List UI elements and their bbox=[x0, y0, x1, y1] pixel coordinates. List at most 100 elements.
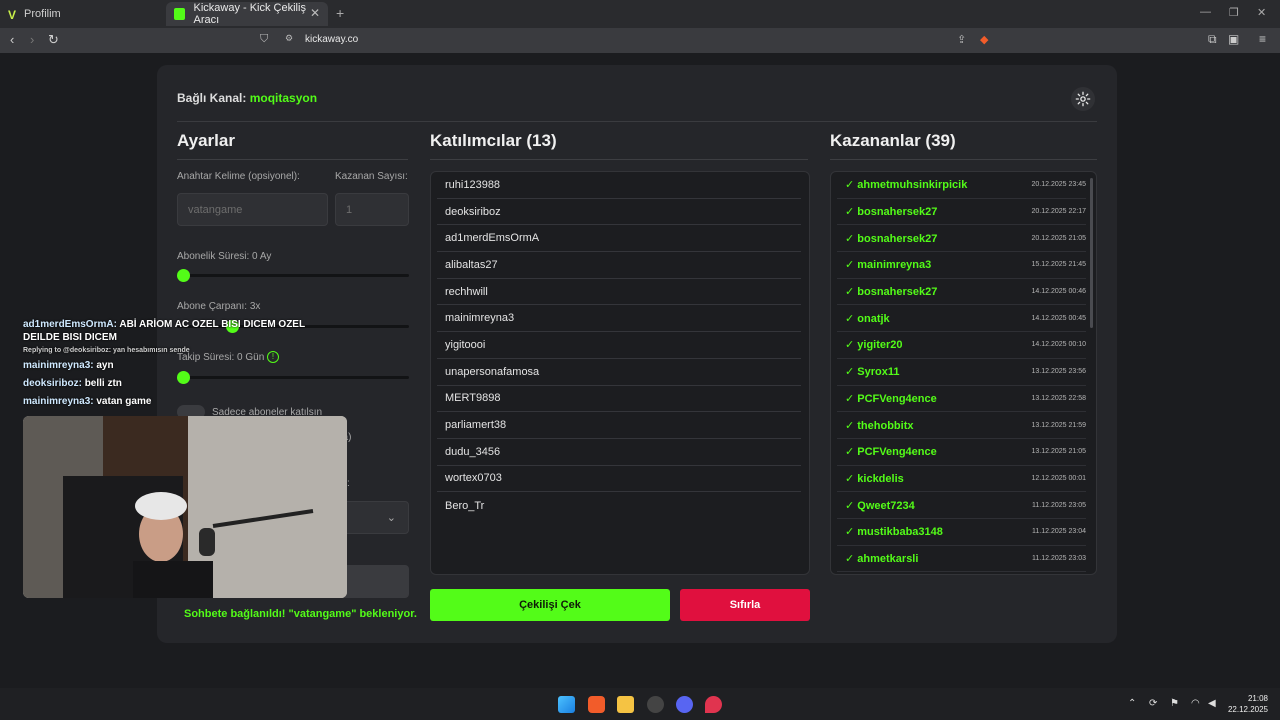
winner-row: ✓ kickdelis 12.12.2025 00:01 bbox=[837, 466, 1086, 493]
participant-row: rechhwill bbox=[437, 279, 801, 306]
winner-date: 20.12.2025 22:17 bbox=[1031, 208, 1087, 216]
status-message: Sohbete bağlanıldı! "vatangame" bekleniy… bbox=[184, 608, 417, 620]
sidebar-icon[interactable]: ▣ bbox=[1228, 32, 1239, 46]
restore-icon[interactable]: ❐ bbox=[1229, 6, 1239, 19]
winner-row: ✓ mustikbaba3148 11.12.2025 23:04 bbox=[837, 519, 1086, 546]
network-icon[interactable]: ⚑ bbox=[1170, 698, 1179, 709]
participant-row: MERT9898 bbox=[437, 386, 801, 413]
winner-date: 11.12.2025 23:03 bbox=[1032, 554, 1086, 562]
sub-duration-slider[interactable] bbox=[177, 274, 409, 277]
chat-message: ad1merdEmsOrmA: ABİ ARİOM AC OZEL BISI D… bbox=[23, 318, 343, 344]
winner-name: ✓ bosnahersek27 bbox=[845, 206, 938, 219]
clock[interactable]: 21:08 22.12.2025 bbox=[1228, 693, 1268, 715]
winner-row: ✓ ahmetmuhsinkirpicik 20.12.2025 23:45 bbox=[837, 172, 1086, 199]
winner-date: 14.12.2025 00:45 bbox=[1031, 314, 1087, 322]
chat-user: ad1merdEmsOrmA: bbox=[23, 319, 117, 330]
windows-start-icon[interactable] bbox=[558, 696, 575, 713]
clock-time: 21:08 bbox=[1247, 694, 1268, 703]
winner-date: 13.12.2025 21:59 bbox=[1031, 421, 1087, 429]
winners-title: Kazananlar (39) bbox=[830, 131, 956, 150]
location-pin-icon[interactable] bbox=[705, 696, 722, 713]
wifi-icon[interactable]: ◠ bbox=[1191, 698, 1200, 709]
settings-gear-button[interactable] bbox=[1071, 87, 1095, 111]
participant-row: alibaltas27 bbox=[437, 252, 801, 279]
tab-label: Kickaway - Kick Çekiliş Aracı bbox=[193, 2, 306, 26]
winner-date: 14.12.2025 00:10 bbox=[1031, 341, 1087, 349]
sub-multiplier-label: Abone Çarpanı: 3x bbox=[177, 301, 261, 312]
winner-row: ✓ yigiter20 14.12.2025 00:10 bbox=[837, 332, 1086, 359]
winner-name: ✓ Syrox11 bbox=[845, 366, 900, 379]
reload-icon[interactable]: ↻ bbox=[48, 32, 59, 48]
participants-list: ruhi123988 deoksiriboz ad1merdEmsOrmA aliba… bbox=[430, 171, 810, 575]
winner-name: ✓ bosnahersek27 bbox=[845, 232, 938, 245]
winner-date: 11.12.2025 23:05 bbox=[1032, 501, 1086, 509]
keyword-label: Anahtar Kelime (opsiyonel): bbox=[177, 171, 300, 182]
taskbar: ⌃ ⟳ ⚑ ◠ ◀ 21:08 22.12.2025 bbox=[0, 688, 1280, 720]
chat-user: mainimreyna3: bbox=[23, 360, 94, 371]
winner-row: ✓ mainimreyna3 15.12.2025 21:45 bbox=[837, 252, 1086, 279]
chat-user: deoksiriboz: bbox=[23, 378, 82, 389]
draw-button[interactable]: Çekilişi Çek bbox=[430, 589, 670, 621]
winner-date: 12.12.2025 00:01 bbox=[1031, 474, 1087, 482]
close-tab-icon[interactable]: ✕ bbox=[310, 6, 320, 20]
menu-icon[interactable]: ≡ bbox=[1259, 32, 1266, 46]
chat-text: vatan game bbox=[96, 396, 152, 407]
address-bar[interactable]: ⛉ ⚙ kickaway.co ⇪ ◆ bbox=[255, 30, 1000, 51]
participant-row: mainimreyna3 bbox=[437, 305, 801, 333]
obs-icon[interactable] bbox=[647, 696, 664, 713]
winner-name: ✓ mainimreyna3 bbox=[845, 259, 932, 272]
webcam-image bbox=[23, 416, 347, 598]
file-explorer-icon[interactable] bbox=[617, 696, 634, 713]
forward-icon[interactable]: › bbox=[30, 32, 34, 47]
new-tab-button[interactable]: + bbox=[336, 5, 344, 21]
chat-message: mainimreyna3: ayn bbox=[23, 359, 343, 372]
minimize-icon[interactable]: — bbox=[1200, 6, 1211, 18]
site-info-icon[interactable]: ⚙ bbox=[285, 33, 293, 44]
reset-button[interactable]: Sıfırla bbox=[680, 589, 810, 621]
winners-count-input[interactable]: 1 bbox=[335, 193, 409, 226]
winner-row: ✓ Syrox11 13.12.2025 23:56 bbox=[837, 359, 1086, 386]
winner-name: ✓ kickdelis bbox=[845, 472, 904, 485]
winners-divider bbox=[830, 159, 1097, 160]
share-icon[interactable]: ⇪ bbox=[957, 33, 966, 46]
tab-kickaway[interactable]: Kickaway - Kick Çekiliş Aracı ✕ bbox=[166, 2, 328, 26]
bookmark-icon[interactable]: ⛉ bbox=[260, 33, 268, 46]
winner-date: 13.12.2025 22:58 bbox=[1031, 394, 1087, 402]
close-window-icon[interactable]: ✕ bbox=[1257, 6, 1266, 19]
sync-icon[interactable]: ⟳ bbox=[1149, 698, 1157, 709]
keyword-input[interactable]: vatangame bbox=[177, 193, 328, 226]
back-icon[interactable]: ‹ bbox=[10, 32, 14, 47]
winners-list[interactable]: ✓ ahmetmuhsinkirpicik 20.12.2025 23:45 ✓ b… bbox=[830, 171, 1097, 575]
volume-icon[interactable]: ◀ bbox=[1208, 698, 1216, 709]
tab-profilim[interactable]: V Profilim bbox=[0, 2, 165, 26]
chat-text: ayn bbox=[96, 360, 114, 371]
tab-label: Profilim bbox=[24, 8, 61, 20]
winner-name: ✓ bosnahersek27 bbox=[845, 286, 938, 299]
winner-date: 11.12.2025 23:04 bbox=[1032, 528, 1086, 536]
url-text[interactable]: kickaway.co bbox=[305, 34, 358, 45]
discord-icon[interactable] bbox=[676, 696, 693, 713]
gear-icon bbox=[1075, 91, 1091, 107]
extensions-icon[interactable]: ⧉ bbox=[1208, 32, 1217, 47]
chevron-up-icon[interactable]: ⌃ bbox=[1128, 698, 1136, 709]
sub-duration-label: Abonelik Süresi: 0 Ay bbox=[177, 251, 272, 262]
chat-text: belli ztn bbox=[84, 378, 122, 389]
participant-row: dudu_3456 bbox=[437, 439, 801, 466]
brave-shield-icon[interactable]: ◆ bbox=[980, 33, 988, 46]
winner-row: ✓ thehobbitx 13.12.2025 21:59 bbox=[837, 412, 1086, 439]
winner-row: ✓ onatjk 14.12.2025 00:45 bbox=[837, 305, 1087, 333]
clock-date: 22.12.2025 bbox=[1227, 705, 1268, 714]
winner-row: ✓ bosnahersek27 20.12.2025 21:05 bbox=[837, 225, 1086, 253]
chat-message: deoksiriboz: belli ztn bbox=[23, 377, 343, 390]
chat-message: mainimreyna3: vatan game bbox=[23, 395, 343, 408]
browser-nav-bar: ‹ › ↻ ⛉ ⚙ kickaway.co ⇪ ◆ ⧉ ▣ ≡ bbox=[0, 28, 1280, 53]
sub-duration-knob[interactable] bbox=[177, 269, 190, 282]
winners-scrollbar[interactable] bbox=[1090, 178, 1093, 328]
brave-browser-icon[interactable] bbox=[588, 696, 605, 713]
participant-row: wortex0703 bbox=[437, 466, 801, 493]
browser-tab-bar: V Profilim Kickaway - Kick Çekiliş Aracı… bbox=[0, 0, 1280, 28]
winner-date: 13.12.2025 23:56 bbox=[1031, 368, 1087, 376]
connected-label: Bağlı Kanal: bbox=[177, 91, 247, 105]
winner-name: ✓ yigiter20 bbox=[845, 339, 903, 352]
stream-chat-overlay: ad1merdEmsOrmA: ABİ ARİOM AC OZEL BISI D… bbox=[23, 318, 343, 413]
